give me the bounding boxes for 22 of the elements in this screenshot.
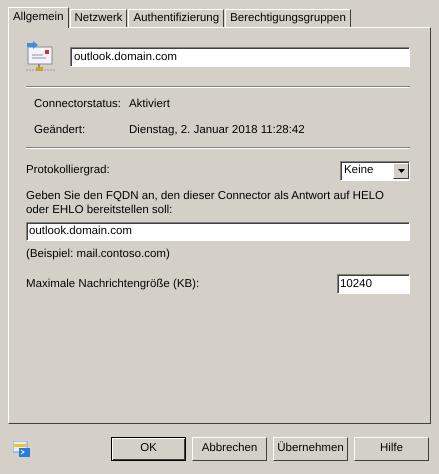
info-value: Dienstag, 2. Januar 2018 11:28:42 (129, 122, 305, 138)
fqdn-field[interactable]: outlook.domain.com (26, 222, 410, 241)
dialog-button[interactable]: Hilfe (354, 437, 429, 461)
dialog-button[interactable]: Abbrechen (192, 437, 267, 461)
tab[interactable]: Berechtigungsgruppen (225, 9, 351, 27)
fqdn-example: (Beispiel: mail.contoso.com) (26, 247, 171, 262)
max-size-label: Maximale Nachrichtengröße (KB): (26, 276, 200, 292)
name-field[interactable]: outlook.domain.com (70, 47, 410, 67)
shell-icon (13, 441, 31, 457)
info-label: Geändert: (34, 122, 86, 138)
dialog-button[interactable]: Übernehmen (273, 437, 348, 461)
info-label: Connectorstatus: (34, 96, 122, 112)
connector-icon (26, 41, 56, 73)
tab[interactable]: Allgemein (8, 7, 68, 28)
tab[interactable]: Authentifizierung (128, 9, 224, 27)
logging-label: Protokolliergrad: (26, 163, 110, 178)
dialog-button[interactable]: OK (111, 437, 186, 461)
tab[interactable]: Netzwerk (70, 9, 128, 27)
fqdn-label: Geben Sie den FQDN an, den dieser Connector als Antwort auf HELO oder EHLO bereitstellen soll: (26, 189, 385, 217)
max-size-field[interactable]: 10240 (337, 274, 410, 294)
info-value: Aktiviert (129, 96, 170, 112)
logging-dropdown[interactable]: Keine (340, 161, 410, 181)
